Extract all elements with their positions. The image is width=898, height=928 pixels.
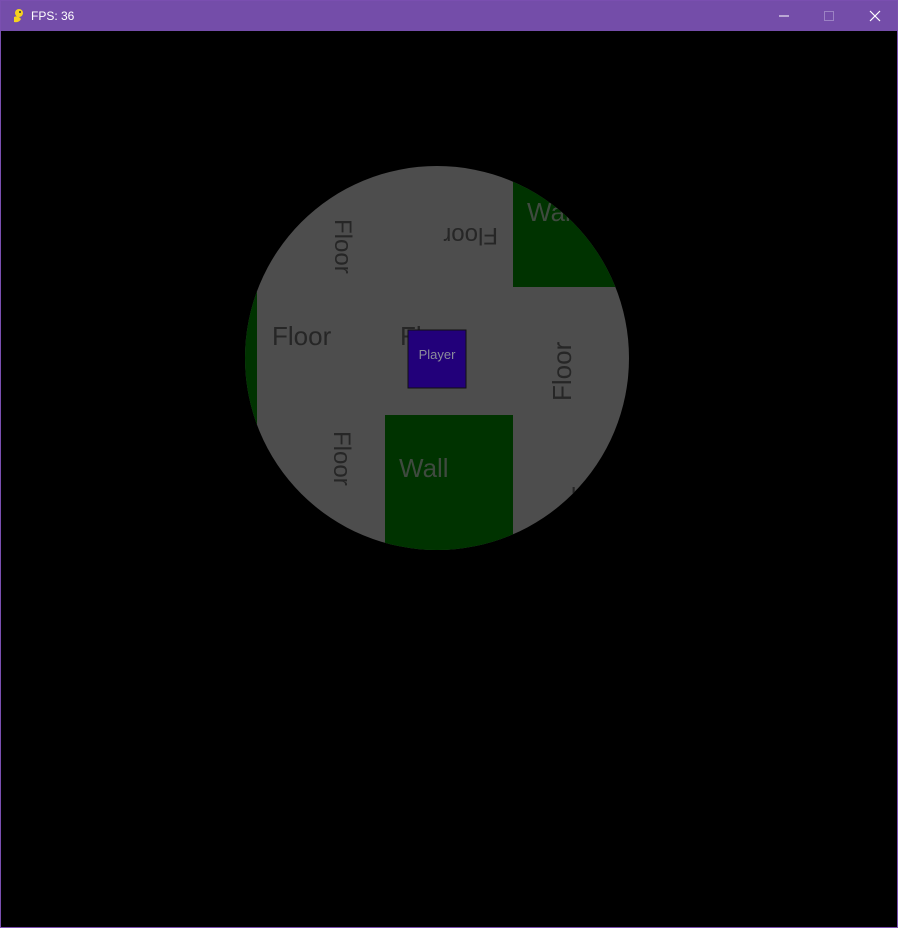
close-button[interactable] bbox=[852, 1, 898, 31]
player-sprite: Player bbox=[407, 329, 467, 389]
pygame-snake-icon bbox=[14, 9, 23, 23]
title-bar[interactable]: FPS: 36 bbox=[1, 1, 897, 31]
minimize-button[interactable] bbox=[761, 1, 807, 31]
tile-label-floor-right: Floor bbox=[547, 341, 577, 401]
player-label: Player bbox=[419, 347, 457, 362]
tile-label-wall-bottom: Wall bbox=[399, 453, 449, 483]
tile-label-floor-top-left: Floor bbox=[329, 219, 356, 274]
game-canvas[interactable]: Floor Floor Wall Floor Floor Floor Floor… bbox=[1, 31, 897, 927]
game-window: FPS: 36 Floor Floor Wall Floor Floor Flo… bbox=[0, 0, 898, 928]
tile-label-floor-top: Floor bbox=[443, 222, 498, 249]
minimize-icon bbox=[779, 15, 789, 17]
window-title: FPS: 36 bbox=[31, 9, 75, 23]
close-icon bbox=[869, 10, 881, 22]
maximize-button[interactable] bbox=[806, 1, 852, 31]
tile-label-floor-left: Floor bbox=[272, 321, 332, 351]
tile-label-floor-bottom-left: Floor bbox=[328, 431, 355, 486]
maximize-icon bbox=[824, 11, 834, 21]
